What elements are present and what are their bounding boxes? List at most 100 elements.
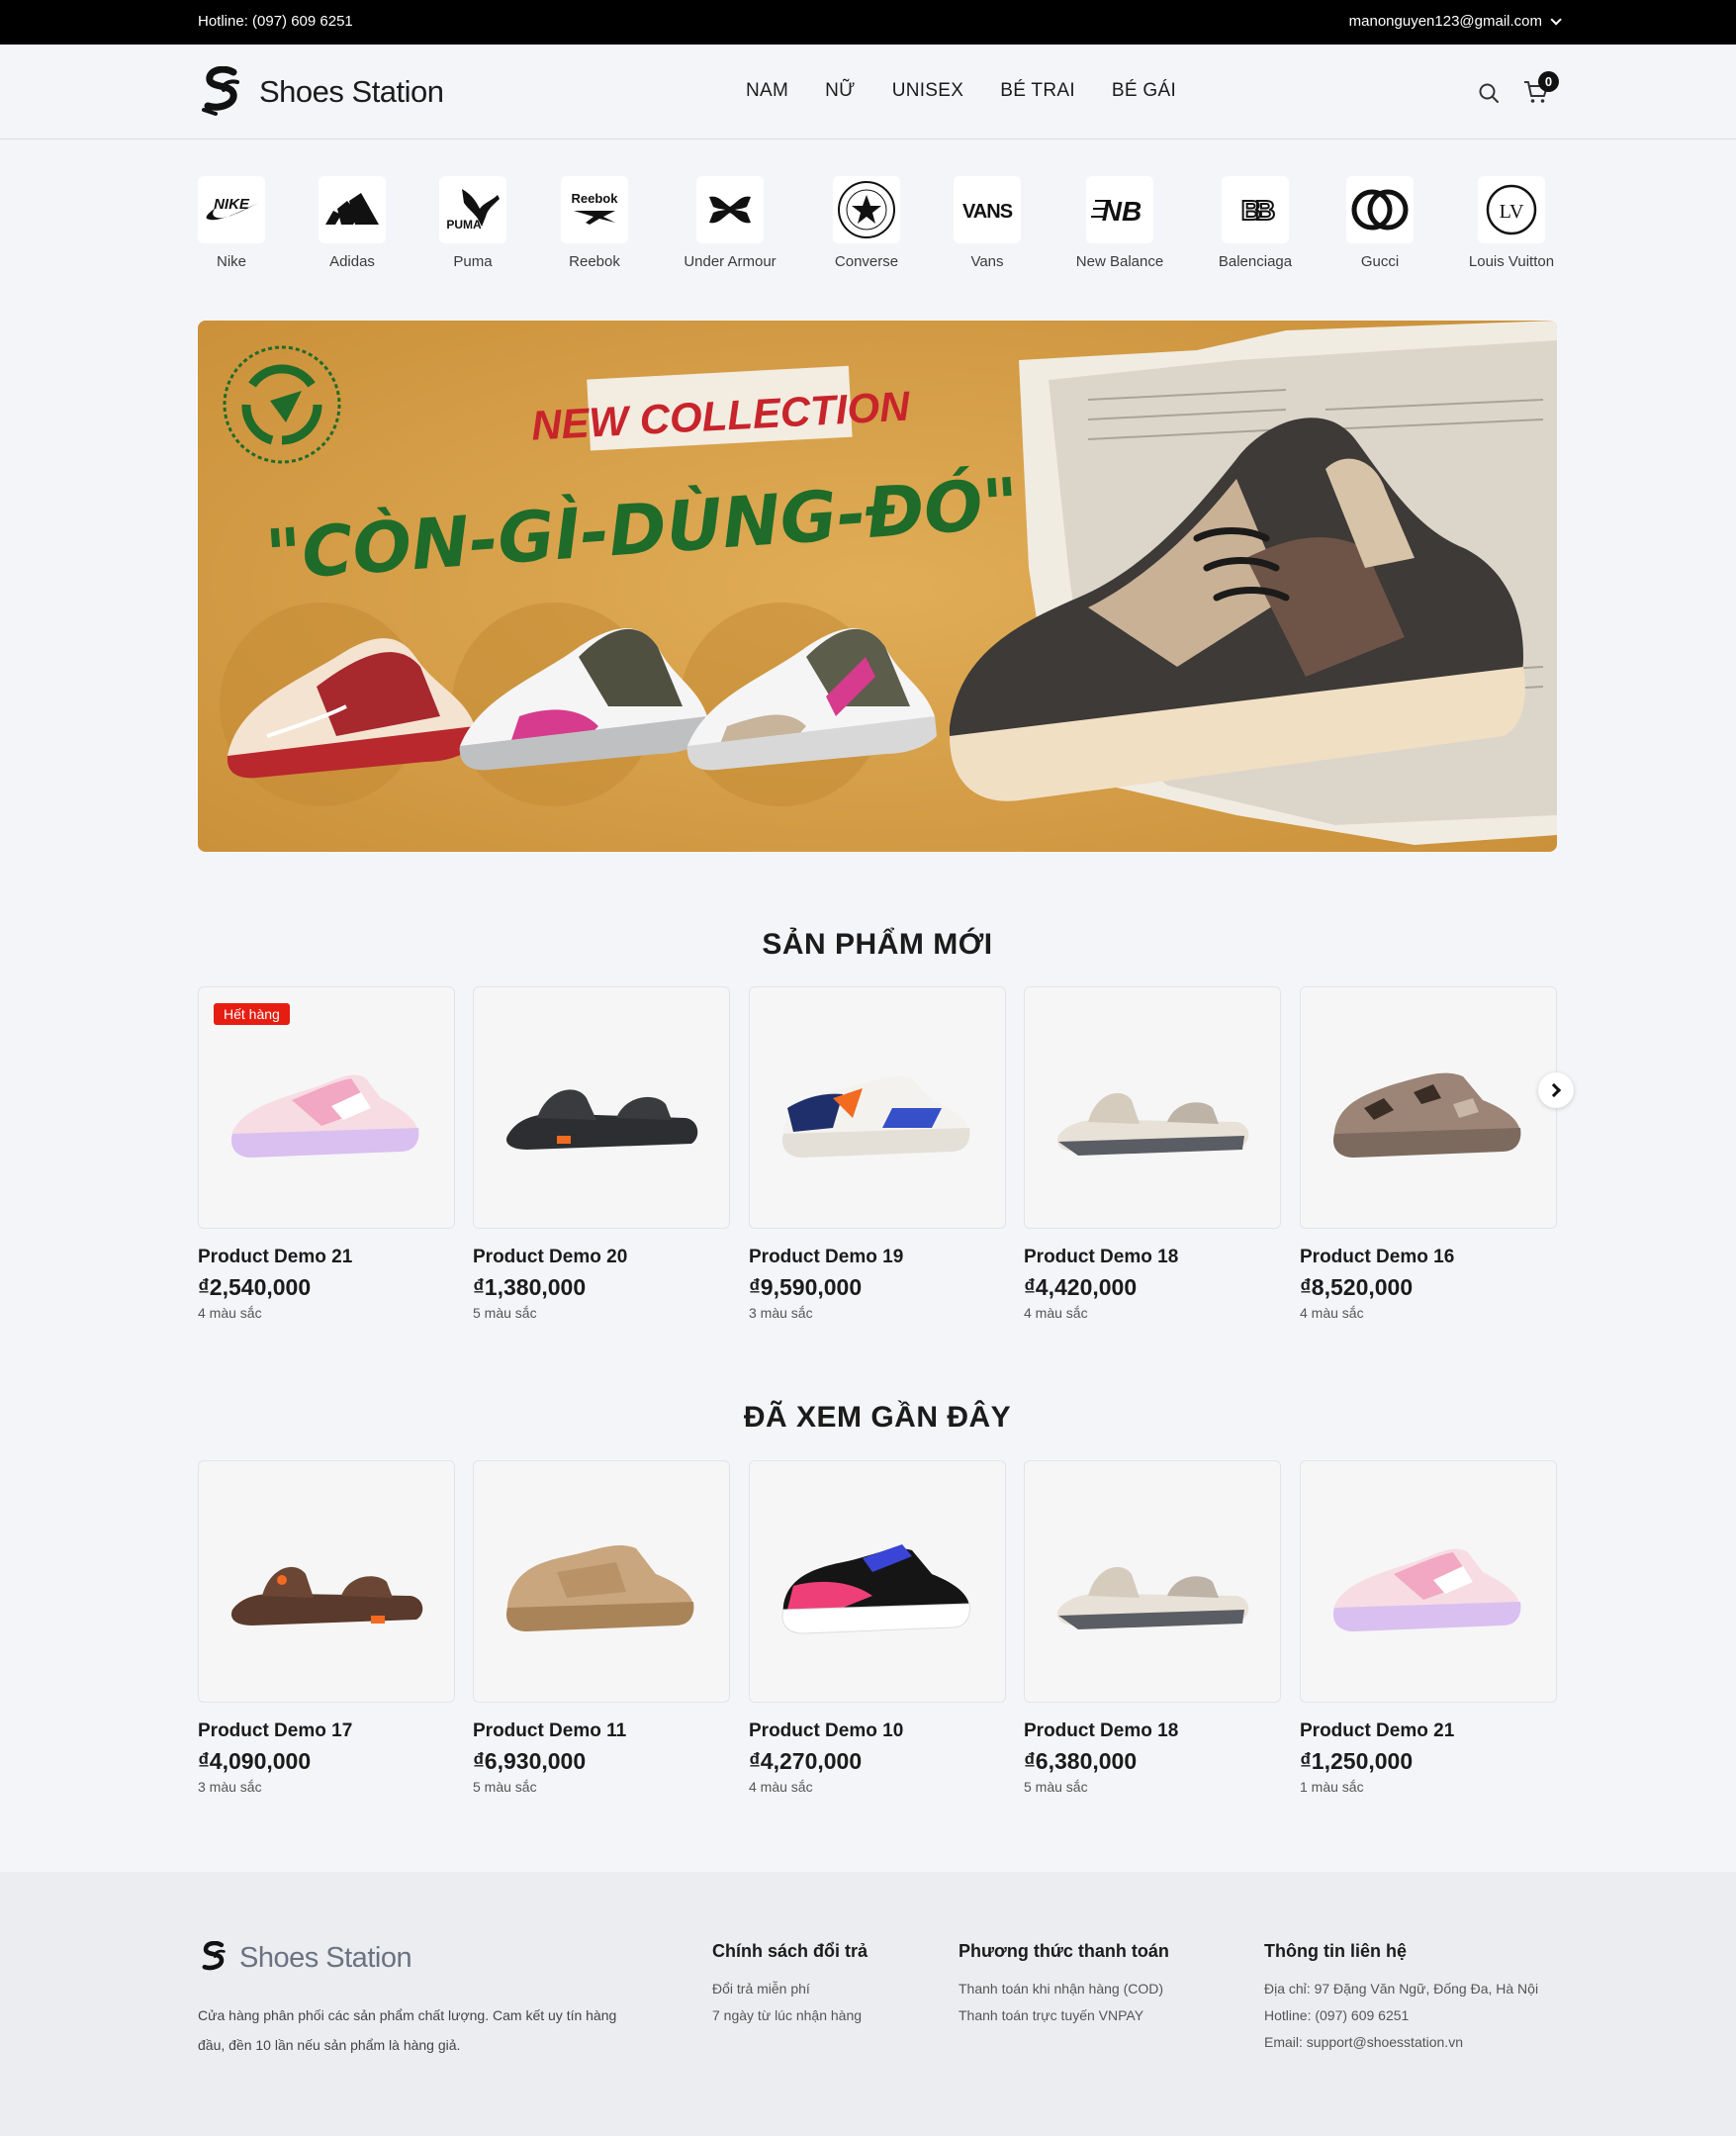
product-card[interactable]: Product Demo 18 ₫6,380,000 5 màu sắc [1024, 1460, 1281, 1795]
tan-sneaker-shoe [505, 1544, 694, 1631]
brand-item-adidas[interactable]: Adidas [293, 176, 411, 270]
carousel-next-button[interactable] [1538, 1072, 1574, 1108]
product-price: ₫8,520,000 [1300, 1274, 1414, 1300]
brand-name-vans: Vans [970, 253, 1004, 270]
brand-name-louis-vuitton: Louis Vuitton [1468, 253, 1555, 270]
account-email[interactable]: manonguyen123@gmail.com [1349, 13, 1542, 30]
chevron-right-icon[interactable] [1546, 1082, 1562, 1098]
under-armour-logo [696, 176, 764, 243]
footer-link[interactable]: Thanh toán khi nhận hàng (COD) [959, 1976, 1169, 2002]
product-card[interactable]: Product Demo 17 ₫4,090,000 3 màu sắc [198, 1460, 455, 1795]
footer-column-contact: Thông tin liên hệ Địa chỉ: 97 Đặng Văn N… [1264, 1941, 1538, 2056]
brown-sandal-shoe [230, 1566, 423, 1625]
product-card[interactable]: Product Demo 16 ₫8,520,000 4 màu sắc [1300, 986, 1557, 1321]
product-image[interactable] [1024, 1460, 1281, 1703]
camo-sneaker-shoe [1332, 1072, 1521, 1158]
search-icon[interactable] [1478, 82, 1500, 104]
product-price: ₫6,380,000 [1024, 1748, 1138, 1774]
balenciaga-logo: BB [1222, 176, 1289, 243]
brand-name-converse: Converse [834, 253, 899, 270]
product-name[interactable]: Product Demo 20 [473, 1247, 730, 1268]
brand-item-louis-vuitton[interactable]: LV Louis Vuitton [1452, 176, 1571, 270]
footer-column-payment: Phương thức thanh toán Thanh toán khi nh… [959, 1941, 1169, 2029]
brand-item-puma[interactable]: PUMA Puma [413, 176, 532, 270]
footer-hotline[interactable]: Hotline: (097) 609 6251 [1264, 2002, 1538, 2029]
grey-sandal-shoe [1056, 1566, 1249, 1629]
nav-item-nu[interactable]: NỮ [825, 80, 856, 102]
footer-link[interactable]: Thanh toán trực tuyến VNPAY [959, 2002, 1169, 2029]
reebok-logo: Reebok [561, 176, 628, 243]
white-sneaker-shoe [781, 1075, 970, 1158]
product-card[interactable]: Product Demo 19 ₫9,590,000 3 màu sắc [749, 986, 1006, 1321]
brand-item-converse[interactable]: Converse [807, 176, 926, 270]
black-sandal-shoe [505, 1088, 698, 1150]
product-colors: 5 màu sắc [1024, 1779, 1088, 1795]
footer-logo[interactable]: Shoes Station [198, 1941, 412, 1975]
footer-link[interactable]: Đổi trả miễn phí [712, 1976, 868, 2002]
product-name[interactable]: Product Demo 21 [198, 1247, 455, 1268]
site-logo[interactable]: Shoes Station [198, 66, 444, 118]
footer-link[interactable]: 7 ngày từ lúc nhận hàng [712, 2002, 868, 2029]
product-image[interactable] [1300, 1460, 1557, 1703]
product-image[interactable] [1300, 986, 1557, 1229]
logo-icon [202, 66, 239, 116]
product-card[interactable]: Hết hàng Product Demo 21 ₫2,540,000 4 mà… [198, 986, 455, 1321]
nav-item-nam[interactable]: NAM [746, 80, 788, 102]
brand-name-balenciaga: Balenciaga [1218, 253, 1293, 270]
product-name[interactable]: Product Demo 17 [198, 1720, 455, 1742]
nav-item-unisex[interactable]: UNISEX [892, 80, 964, 102]
product-name[interactable]: Product Demo 19 [749, 1247, 1006, 1268]
grey-sandal-shoe [1056, 1092, 1249, 1156]
product-image[interactable]: Hết hàng [198, 986, 455, 1229]
product-colors: 1 màu sắc [1300, 1779, 1364, 1795]
product-image[interactable] [198, 1460, 455, 1703]
brand-item-balenciaga[interactable]: BB Balenciaga [1196, 176, 1315, 270]
nav-item-be-gai[interactable]: BÉ GÁI [1112, 80, 1176, 102]
converse-logo [833, 176, 900, 243]
puma-logo: PUMA [439, 176, 506, 243]
footer-email[interactable]: Email: support@shoesstation.vn [1264, 2029, 1538, 2056]
chevron-down-icon[interactable] [1550, 13, 1562, 26]
product-card[interactable]: Product Demo 11 ₫6,930,000 5 màu sắc [473, 1460, 730, 1795]
hero-banner[interactable]: NEW COLLECTION "CÒN-GÌ-DÙNG-ĐÓ" [198, 321, 1557, 852]
product-image[interactable] [749, 986, 1006, 1229]
hotline-text: Hotline: (097) 609 6251 [198, 13, 353, 30]
product-image[interactable] [473, 986, 730, 1229]
product-name[interactable]: Product Demo 18 [1024, 1247, 1281, 1268]
product-image[interactable] [1024, 986, 1281, 1229]
product-colors: 5 màu sắc [473, 1305, 537, 1321]
product-card[interactable]: Product Demo 18 ₫4,420,000 4 màu sắc [1024, 986, 1281, 1321]
brand-item-vans[interactable]: VANS Vans [928, 176, 1047, 270]
brand-item-nike[interactable]: NIKE Nike [172, 176, 291, 270]
brand-name-adidas: Adidas [329, 253, 375, 270]
footer-description: Cửa hàng phân phối các sản phẩm chất lượ… [198, 2007, 617, 2053]
brand-item-under-armour[interactable]: Under Armour [671, 176, 789, 270]
product-image[interactable] [473, 1460, 730, 1703]
product-card[interactable]: Product Demo 10 ₫4,270,000 4 màu sắc [749, 1460, 1006, 1795]
product-name[interactable]: Product Demo 21 [1300, 1720, 1557, 1742]
main-nav: NAM NỮ UNISEX BÉ TRAI BÉ GÁI [746, 80, 1213, 102]
product-name[interactable]: Product Demo 18 [1024, 1720, 1281, 1742]
account-menu[interactable]: manonguyen123@gmail.com [1349, 13, 1562, 30]
brand-name: Shoes Station [259, 74, 444, 109]
svg-text:NIKE: NIKE [214, 196, 250, 213]
product-name[interactable]: Product Demo 16 [1300, 1247, 1557, 1268]
svg-text:PUMA: PUMA [446, 218, 482, 232]
footer-brand-name: Shoes Station [239, 1941, 412, 1974]
brand-item-gucci[interactable]: Gucci [1321, 176, 1439, 270]
product-name[interactable]: Product Demo 11 [473, 1720, 730, 1742]
nav-item-be-trai[interactable]: BÉ TRAI [1000, 80, 1075, 102]
product-card[interactable]: Product Demo 20 ₫1,380,000 5 màu sắc [473, 986, 730, 1321]
footer-column-title: Chính sách đổi trả [712, 1941, 868, 1961]
product-image[interactable] [749, 1460, 1006, 1703]
product-card[interactable]: Product Demo 21 ₫1,250,000 1 màu sắc [1300, 1460, 1557, 1795]
brand-item-reebok[interactable]: Reebok Reebok [535, 176, 654, 270]
product-colors: 3 màu sắc [749, 1305, 813, 1321]
footer-column-title: Phương thức thanh toán [959, 1941, 1169, 1961]
product-colors: 3 màu sắc [198, 1779, 262, 1795]
svg-text:Reebok: Reebok [572, 191, 619, 206]
brand-item-new-balance[interactable]: NB New Balance [1060, 176, 1179, 270]
footer-address: Địa chỉ: 97 Đặng Văn Ngữ, Đống Đa, Hà Nộ… [1264, 1981, 1539, 1997]
product-name[interactable]: Product Demo 10 [749, 1720, 1006, 1742]
brand-name-under-armour: Under Armour [684, 253, 777, 270]
